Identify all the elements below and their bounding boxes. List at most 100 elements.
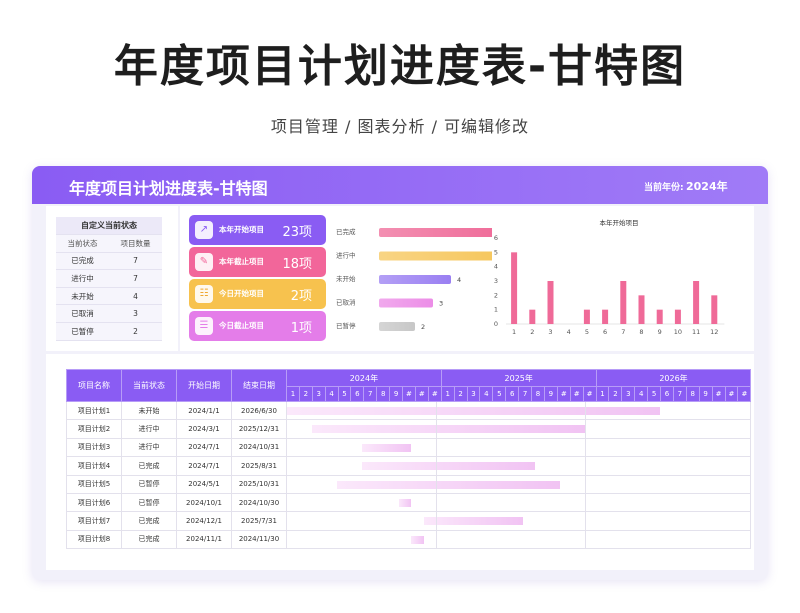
gantt-cell-end[interactable]: 2026/6/30: [231, 400, 287, 421]
gantt-month-header: 6: [350, 386, 365, 402]
card-value: 2项: [290, 289, 312, 304]
gantt-cell-status[interactable]: 已暂停: [121, 474, 177, 494]
gantt-cell-start[interactable]: 2024/10/1: [176, 492, 232, 513]
status-cell[interactable]: 已取消: [56, 304, 109, 324]
x-tick-label: 8: [639, 328, 643, 336]
gantt-cell-status[interactable]: 已完成: [121, 529, 177, 550]
gantt-bar[interactable]: [423, 517, 523, 526]
monthly-bar: [547, 281, 554, 324]
card-year-end[interactable]: ✎ 本年截止项目 18项: [189, 247, 326, 277]
x-tick-label: 2: [530, 328, 534, 336]
gantt-month-header: 1: [440, 386, 455, 402]
gantt-year-divider: [436, 402, 437, 420]
gantt-cell-name[interactable]: 项目计划5: [66, 474, 122, 494]
gantt-cell-name[interactable]: 项目计划8: [66, 529, 122, 550]
gantt-bar[interactable]: [398, 498, 412, 507]
gantt-bar[interactable]: [287, 407, 660, 415]
gantt-cell-end[interactable]: 2025/8/31: [231, 456, 287, 476]
status-bar-label: 已取消: [336, 298, 356, 307]
monthly-bar: [620, 281, 627, 324]
gantt-cell-name[interactable]: 项目计划7: [66, 511, 122, 531]
card-today-end[interactable]: ☰ 今日截止项目 1项: [189, 311, 326, 341]
gantt-row: 项目计划5 已暂停 2024/5/1 2025/10/31: [66, 474, 752, 494]
gantt-cell-name[interactable]: 项目计划2: [66, 419, 122, 439]
count-cell[interactable]: 7: [109, 252, 162, 271]
gantt-month-header: 9: [698, 386, 713, 402]
gantt-month-header: 8: [531, 386, 545, 402]
gantt-month-header: 9: [543, 386, 558, 402]
status-bar: [379, 228, 492, 237]
x-tick-label: 1: [512, 328, 516, 336]
gantt-cell-end[interactable]: 2024/11/30: [231, 529, 287, 550]
gantt-month-header: #: [427, 386, 442, 402]
gantt-cell-start[interactable]: 2024/5/1: [176, 474, 232, 494]
monthly-bar: [529, 309, 536, 324]
gantt-year-header: 2024年: [286, 369, 442, 387]
gantt-cell-end[interactable]: 2024/10/31: [231, 437, 287, 458]
gantt-cell-status[interactable]: 已完成: [121, 511, 177, 531]
gantt-month-header: 7: [518, 386, 533, 402]
status-cell[interactable]: 已完成: [56, 252, 109, 271]
gantt-bar[interactable]: [361, 462, 536, 471]
status-cell[interactable]: 已暂停: [56, 322, 109, 341]
card-label: 本年开始项目: [219, 225, 264, 234]
gantt-cell-status[interactable]: 已完成: [121, 456, 177, 476]
gantt-cell-status[interactable]: 已暂停: [121, 492, 177, 513]
status-cell[interactable]: 未开始: [56, 287, 109, 306]
count-cell[interactable]: 7: [109, 269, 162, 288]
gantt-cell-start[interactable]: 2024/1/1: [176, 400, 232, 421]
gantt-month-header: #: [556, 386, 571, 402]
sheet-header: 年度项目计划进度表-甘特图 当前年份: 2024年: [32, 166, 768, 204]
year-value[interactable]: 2024年: [686, 178, 728, 194]
card-today-start[interactable]: ☷ 今日开始项目 2项: [189, 279, 326, 309]
monthly-bar: [711, 295, 718, 324]
gantt-cell-end[interactable]: 2025/10/31: [231, 474, 287, 494]
gantt-bar[interactable]: [411, 535, 424, 544]
status-bar: [379, 251, 492, 261]
meeting-icon: ☷: [195, 285, 213, 303]
gantt-cell-name[interactable]: 项目计划4: [66, 456, 122, 476]
gantt-month-header: #: [724, 386, 739, 402]
gantt-month-header: 2: [298, 386, 313, 402]
gantt-bar[interactable]: [336, 480, 561, 489]
gantt-timeline: [285, 437, 752, 458]
status-bar-label: 进行中: [336, 251, 356, 260]
gantt-cell-status[interactable]: 未开始: [121, 400, 177, 421]
monthly-bar: [602, 309, 609, 324]
card-year-start[interactable]: ↗ 本年开始项目 23项: [189, 215, 326, 245]
status-bar-label: 已完成: [336, 227, 356, 236]
gantt-cell-start[interactable]: 2024/7/1: [176, 437, 232, 458]
gantt-cell-start[interactable]: 2024/3/1: [176, 419, 232, 439]
y-tick-label: 0: [494, 320, 498, 328]
gantt-cell-status[interactable]: 进行中: [121, 437, 177, 458]
gantt-bar[interactable]: [311, 425, 585, 434]
gantt-month-header: #: [737, 386, 752, 402]
gantt-cell-end[interactable]: 2025/7/31: [231, 511, 287, 531]
gantt-cell-name[interactable]: 项目计划1: [66, 400, 122, 421]
gantt-year-header: 2025年: [440, 369, 597, 387]
status-bar-chart: 已完成7进行中7未开始4已取消3已暂停2: [336, 227, 492, 331]
gantt-cell-name[interactable]: 项目计划6: [66, 492, 122, 513]
gantt-cell-end[interactable]: 2024/10/30: [231, 492, 287, 513]
count-cell[interactable]: 2: [109, 322, 162, 341]
gantt-timeline: [285, 492, 752, 513]
count-cell[interactable]: 4: [109, 287, 162, 306]
count-cell[interactable]: 3: [109, 304, 162, 324]
status-cell[interactable]: 进行中: [56, 269, 109, 288]
gantt-year-divider: [436, 512, 437, 530]
gantt-year-divider: [585, 402, 586, 420]
gantt-cell-status[interactable]: 进行中: [121, 419, 177, 439]
gantt-year-divider: [585, 438, 586, 457]
y-tick-label: 5: [494, 248, 498, 256]
x-tick-label: 9: [658, 328, 662, 336]
gantt-timeline: [285, 456, 752, 476]
gantt-cell-name[interactable]: 项目计划3: [66, 437, 122, 458]
clipboard-icon: ✎: [195, 253, 213, 271]
gantt-cell-start[interactable]: 2024/7/1: [176, 456, 232, 476]
gantt-year-divider: [585, 420, 586, 438]
gantt-cell-start[interactable]: 2024/12/1: [176, 511, 232, 531]
gantt-month-header: 7: [363, 386, 378, 402]
gantt-cell-end[interactable]: 2025/12/31: [231, 419, 287, 439]
gantt-bar[interactable]: [361, 443, 412, 452]
gantt-cell-start[interactable]: 2024/11/1: [176, 529, 232, 550]
